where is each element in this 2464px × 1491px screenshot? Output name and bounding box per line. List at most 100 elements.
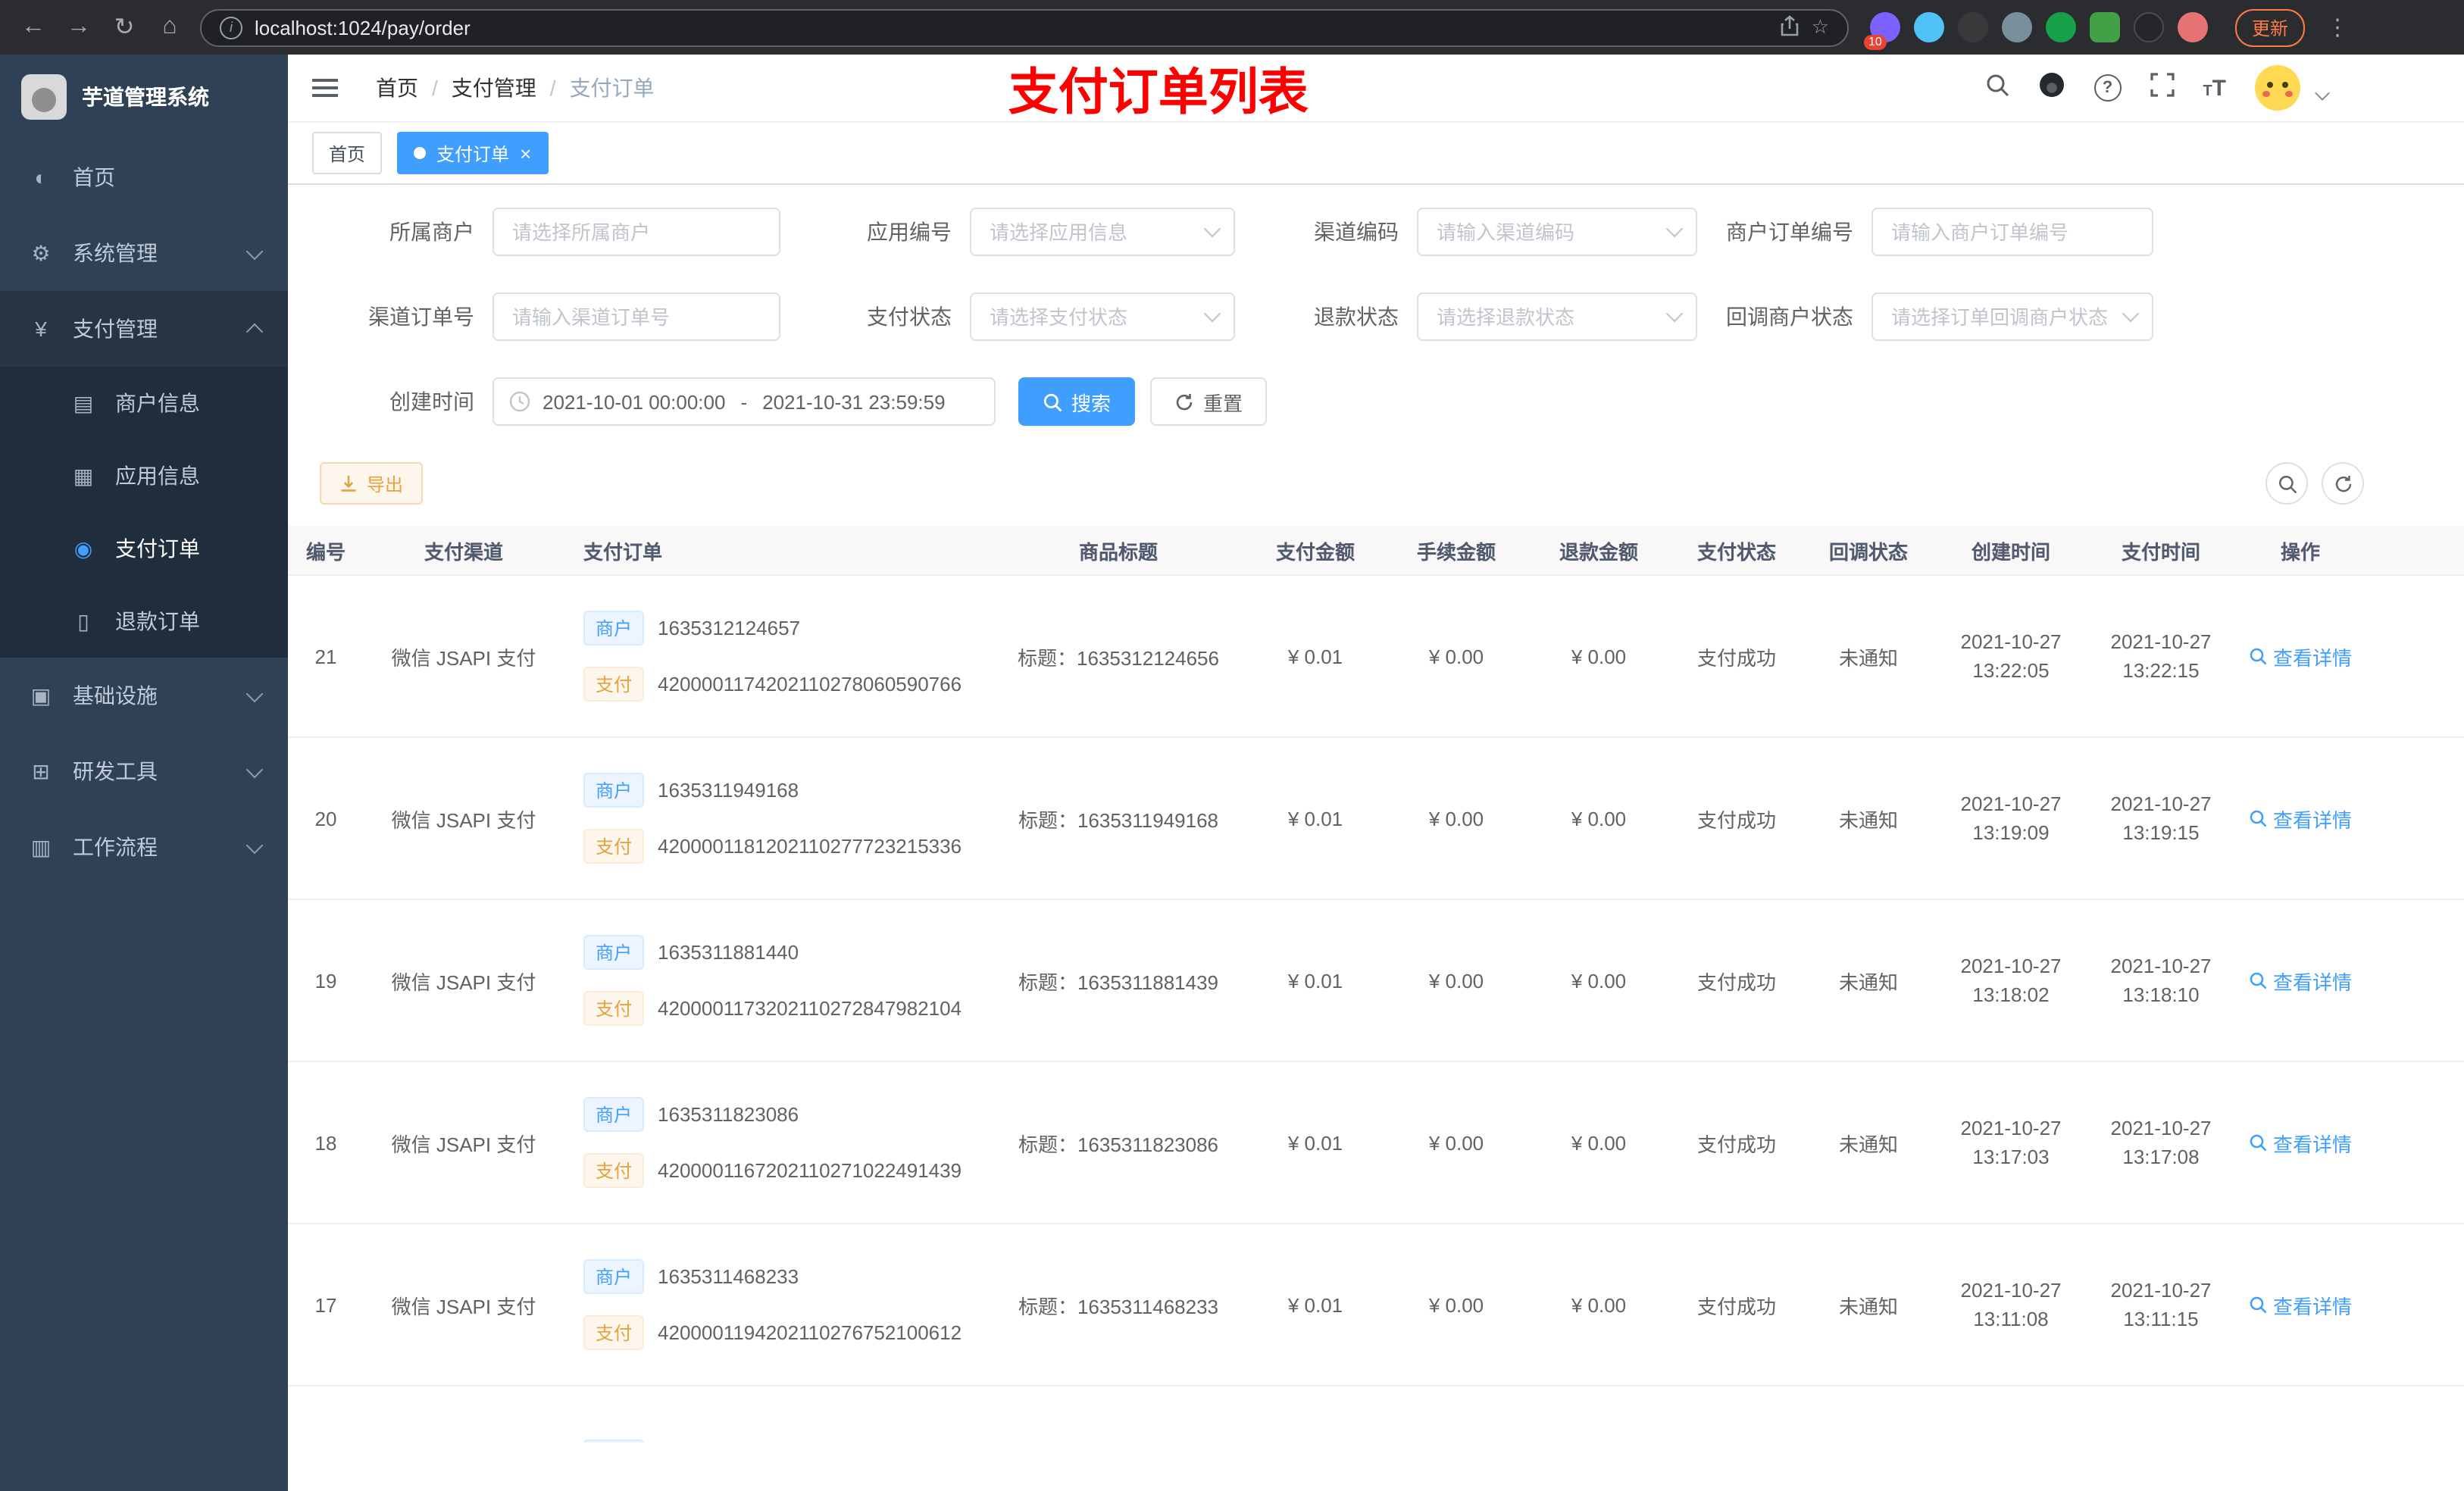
sidebar-item-merchant-info[interactable]: ▤ 商户信息 xyxy=(0,367,288,439)
dashboard-icon: ◐ xyxy=(34,165,48,189)
forward-icon[interactable]: → xyxy=(64,14,94,41)
extension-icon-4[interactable] xyxy=(2002,12,2032,42)
url-text[interactable]: localhost:1024/pay/order xyxy=(255,16,1769,39)
channel-code-input[interactable] xyxy=(1434,219,1662,245)
cell-title: 标题：1635311468233 xyxy=(1018,1295,1219,1318)
pay-status-select[interactable] xyxy=(970,292,1235,341)
fullscreen-icon[interactable] xyxy=(2150,72,2175,104)
view-detail-link[interactable]: 查看详情 xyxy=(2249,642,2352,670)
cell-id: 21 xyxy=(314,645,337,667)
site-info-icon[interactable]: i xyxy=(220,16,242,39)
tab-pay-order[interactable]: 支付订单 × xyxy=(397,132,549,174)
cell-refund: ¥ 0.00 xyxy=(1571,969,1627,992)
merchant-order-no-box[interactable] xyxy=(1871,208,2153,256)
view-detail-link[interactable]: 查看详情 xyxy=(2249,1128,2352,1157)
pay-status-input[interactable] xyxy=(987,304,1200,330)
reset-button[interactable]: 重置 xyxy=(1150,377,1268,426)
chrome-update-button[interactable]: 更新 xyxy=(2235,8,2306,46)
refresh-icon[interactable] xyxy=(2322,462,2364,505)
date-range-picker[interactable]: 2021-10-01 00:00:00 - 2021-10-31 23:59:5… xyxy=(492,377,996,426)
cell-notify: 未通知 xyxy=(1838,646,1898,669)
view-detail-link[interactable]: 查看详情 xyxy=(2249,1290,2352,1319)
cell-pay-time: 2021-10-27 13:22:15 xyxy=(2110,630,2212,682)
date-start[interactable]: 2021-10-01 00:00:00 xyxy=(543,390,725,413)
chevron-down-icon xyxy=(245,684,264,702)
date-end[interactable]: 2021-10-31 23:59:59 xyxy=(762,390,945,413)
extension-icon-1[interactable]: 10 xyxy=(1864,12,1900,50)
extension-icon-6[interactable] xyxy=(2090,12,2120,42)
sidebar-item-refund-order[interactable]: ▯ 退款订单 xyxy=(0,585,288,658)
export-button[interactable]: 导出 xyxy=(320,462,424,505)
back-icon[interactable]: ← xyxy=(18,14,48,41)
cell-notify: 未通知 xyxy=(1838,808,1898,831)
cell-order: 商户 1635311823086 支付 4200001167202110271022… xyxy=(564,1097,991,1188)
sidebar-item-app-info[interactable]: ▦ 应用信息 xyxy=(0,439,288,512)
col-pay-time: 支付时间 xyxy=(2121,540,2200,563)
app-id-select[interactable] xyxy=(970,208,1235,256)
bookmark-star-icon[interactable]: ☆ xyxy=(1812,15,1829,39)
field-refund-status: 退款状态 xyxy=(1235,292,1697,341)
cell-pay-time: 2021-10-27 13:11:15 xyxy=(2110,1279,2212,1330)
chevron-down-icon[interactable] xyxy=(2315,85,2330,100)
refund-status-select[interactable] xyxy=(1417,292,1697,341)
merchant-select-input[interactable] xyxy=(509,219,764,245)
cell-refund: ¥ 0.00 xyxy=(1571,1131,1627,1154)
share-icon[interactable] xyxy=(1781,14,1800,40)
channel-order-no-box[interactable] xyxy=(492,292,780,341)
field-merchant: 所属商户 xyxy=(288,208,780,256)
extensions-pin-icon[interactable] xyxy=(2134,12,2164,42)
notify-status-select[interactable] xyxy=(1871,292,2153,341)
extension-icon-2[interactable] xyxy=(1914,12,1944,42)
cell-fee: ¥ 0.00 xyxy=(1428,645,1484,667)
extension-icon-3[interactable] xyxy=(1958,12,1988,42)
reload-icon[interactable]: ↻ xyxy=(109,12,139,42)
merchant-order-no-input[interactable] xyxy=(1888,219,2137,245)
sidebar-item-infrastructure[interactable]: ▣ 基础设施 xyxy=(0,658,288,733)
notify-status-input[interactable] xyxy=(1888,304,2118,330)
profile-avatar-icon[interactable] xyxy=(2178,12,2208,42)
cell-amount: ¥ 0.01 xyxy=(1287,1131,1343,1154)
cell-amount: ¥ 0.01 xyxy=(1287,969,1343,992)
channel-code-select[interactable] xyxy=(1417,208,1697,256)
sidebar-item-system[interactable]: ⚙ 系统管理 xyxy=(0,215,288,291)
merchant-select[interactable] xyxy=(492,208,780,256)
view-detail-link[interactable]: 查看详情 xyxy=(2249,804,2352,833)
sidebar-item-payment[interactable]: ¥ 支付管理 xyxy=(0,291,288,367)
view-detail-link[interactable]: 查看详情 xyxy=(2249,966,2352,995)
hide-search-icon[interactable] xyxy=(2265,462,2308,505)
cell-pay-time: 2021-10-27 13:17:08 xyxy=(2110,1117,2212,1168)
font-size-icon[interactable]: TT xyxy=(2203,75,2226,101)
merchant-badge: 商户 xyxy=(583,1097,645,1132)
user-avatar[interactable] xyxy=(2255,65,2300,111)
sidebar-item-workflow[interactable]: ▥ 工作流程 xyxy=(0,809,288,885)
sidebar: 芋道管理系统 ◐ 首页 ⚙ 系统管理 ¥ 支付管理 ▤ 商户信息 ▦ 应用信息 xyxy=(0,55,288,1491)
col-action: 操作 xyxy=(2280,540,2320,563)
browser-menu-icon[interactable]: ⋮ xyxy=(2326,14,2349,41)
sidebar-item-pay-order[interactable]: ◉ 支付订单 xyxy=(0,512,288,585)
chevron-down-icon xyxy=(245,836,264,854)
channel-order-no-input[interactable] xyxy=(509,304,764,330)
breadcrumb-home[interactable]: 首页 xyxy=(376,73,418,103)
address-bar[interactable]: i localhost:1024/pay/order ☆ xyxy=(200,8,1849,46)
tab-home[interactable]: 首页 xyxy=(312,132,383,174)
home-icon[interactable]: ⌂ xyxy=(155,14,185,41)
github-icon[interactable] xyxy=(2037,70,2065,105)
cell-fee: ¥ 0.00 xyxy=(1428,969,1484,992)
cell-status: 支付成功 xyxy=(1696,971,1776,993)
refund-status-input[interactable] xyxy=(1434,304,1662,330)
sidebar-toggle-icon[interactable] xyxy=(312,74,339,102)
merchant-badge: 商户 xyxy=(583,773,645,808)
sidebar-item-home[interactable]: ◐ 首页 xyxy=(0,139,288,215)
close-icon[interactable]: × xyxy=(520,143,531,163)
search-button[interactable]: 搜索 xyxy=(1018,377,1136,426)
extension-icon-5[interactable] xyxy=(2046,12,2076,42)
search-icon[interactable] xyxy=(1984,72,2009,104)
cell-status: 支付成功 xyxy=(1696,1133,1776,1155)
field-create-time: 创建时间 2021-10-01 00:00:00 - 2021-10-31 23… xyxy=(288,377,996,426)
table-header-row: 编号 支付渠道 支付订单 商品标题 支付金额 手续金额 退款金额 支付状态 回调… xyxy=(288,526,2464,576)
help-icon[interactable]: ? xyxy=(2093,74,2122,102)
sidebar-item-devtools[interactable]: ⊞ 研发工具 xyxy=(0,733,288,809)
breadcrumb-pay[interactable]: 支付管理 xyxy=(452,73,536,103)
app-id-select-input[interactable] xyxy=(987,219,1200,245)
table-row: 21 微信 JSAPI 支付 商户 1635312124657 支付 4200001… xyxy=(288,576,2464,738)
